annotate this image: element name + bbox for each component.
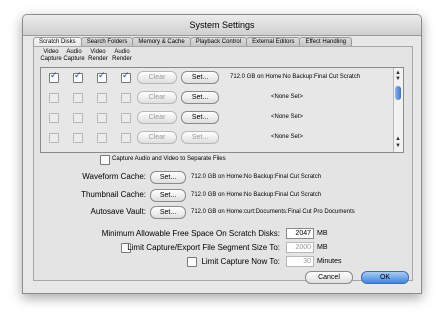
set-button[interactable]: Set... [181,91,219,104]
video-render-checkbox[interactable] [97,71,107,83]
scratch-path: <None Set> [271,134,304,140]
list-scrollbar[interactable]: ▲ ▼ ▲ ▼ [393,68,403,152]
audio-capture-checkbox[interactable] [73,71,83,83]
scroll-up-arrow-icon[interactable]: ▲ [395,136,401,142]
cancel-button[interactable]: Cancel [305,271,353,284]
clear-button[interactable]: Clear [137,71,177,84]
audio-render-checkbox[interactable] [121,93,131,103]
video-render-checkbox[interactable] [97,113,107,123]
audio-capture-checkbox[interactable] [73,93,83,103]
video-render-checkbox[interactable] [97,93,107,103]
waveform-cache-set-button[interactable]: Set... [150,171,186,184]
system-settings-window: System Settings Scratch Disks Search Fol… [22,14,422,294]
clear-button[interactable]: Clear [137,111,177,124]
limit-segment-label: Limit Capture/Export File Segment Size T… [127,243,280,252]
limit-capture-now-label: Limit Capture Now To: [201,257,280,266]
window-title: System Settings [23,15,421,36]
scratch-disk-list: Clear Set... 712.0 GB on Home:No Backup:… [40,67,404,153]
limit-segment-unit: MB [317,244,328,251]
thumbnail-cache-label: Thumbnail Cache: [81,190,146,199]
scroll-thumb[interactable] [395,86,401,100]
audio-capture-checkbox[interactable] [73,113,83,123]
clear-button[interactable]: Clear [137,91,177,104]
audio-render-checkbox[interactable] [121,113,131,123]
autosave-vault-path: 712.0 GB on Home:curt:Documents:Final Cu… [191,209,355,215]
scratch-path: <None Set> [271,94,304,100]
thumbnail-cache-set-button[interactable]: Set... [150,189,186,202]
scratch-path: <None Set> [271,114,304,120]
set-button[interactable]: Set... [181,71,219,84]
video-capture-checkbox[interactable] [49,71,59,83]
min-free-space-unit: MB [317,230,328,237]
autosave-vault-label: Autosave Vault: [90,207,146,216]
column-header-video-render: Video Render [88,49,108,62]
video-capture-checkbox[interactable] [49,113,59,123]
scratch-disk-row: Clear Set... 712.0 GB on Home:No Backup:… [41,68,393,88]
autosave-vault-set-button[interactable]: Set... [150,206,186,219]
separate-files-checkbox[interactable] [100,155,110,165]
waveform-cache-path: 712.0 GB on Home:No Backup:Final Cut Scr… [191,174,322,180]
ok-button[interactable]: OK [361,271,409,284]
min-free-space-label: Minimum Allowable Free Space On Scratch … [101,229,280,238]
thumbnail-cache-path: 712.0 GB on Home:No Backup:Final Cut Scr… [191,192,322,198]
scratch-disk-row: Clear Set... <None Set> [41,128,393,148]
waveform-cache-label: Waveform Cache: [82,172,146,181]
column-header-audio-render: Audio Render [112,49,132,62]
separate-files-label: Capture Audio and Video to Separate File… [112,156,226,162]
audio-capture-checkbox[interactable] [73,133,83,143]
video-capture-checkbox[interactable] [49,93,59,103]
scroll-down-arrow-icon[interactable]: ▼ [395,76,401,82]
video-render-checkbox[interactable] [97,133,107,143]
clear-button[interactable]: Clear [137,131,177,144]
set-button[interactable]: Set... [181,111,219,124]
scratch-disk-row: Clear Set... <None Set> [41,108,393,128]
scratch-disks-panel: Video Capture Audio Capture Video Render… [33,46,413,281]
limit-capture-now-field[interactable]: 30 [286,256,314,267]
audio-render-checkbox[interactable] [121,133,131,143]
limit-capture-now-unit: Minutes [317,258,342,265]
scroll-down-arrow-icon[interactable]: ▼ [395,143,401,149]
audio-render-checkbox[interactable] [121,71,131,83]
set-button[interactable]: Set... [181,131,219,144]
min-free-space-field[interactable]: 2047 [286,228,314,239]
scratch-path: 712.0 GB on Home:No Backup:Final Cut Scr… [230,74,361,80]
video-capture-checkbox[interactable] [49,133,59,143]
column-header-audio-capture: Audio Capture [63,49,85,62]
scratch-disk-row: Clear Set... <None Set> [41,88,393,108]
limit-segment-field[interactable]: 2000 [286,242,314,253]
